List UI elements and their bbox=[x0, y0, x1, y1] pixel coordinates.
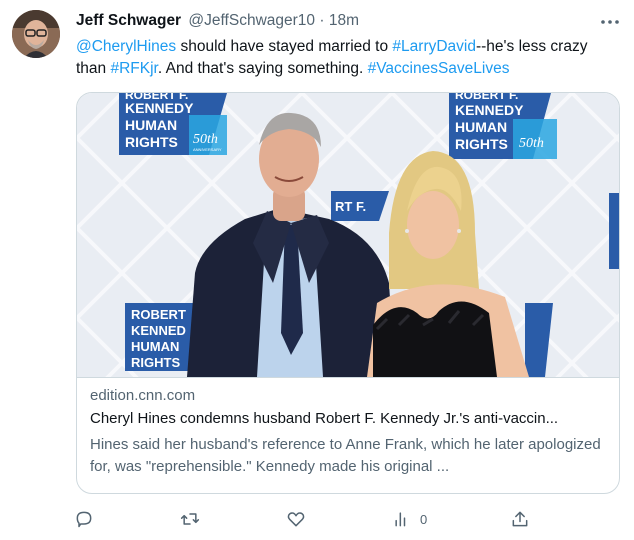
link-preview-card[interactable]: ROBERT F. KENNEDY HUMAN RIGHTS 50th ANNI… bbox=[76, 92, 620, 494]
reply-button[interactable] bbox=[74, 508, 94, 530]
tweet[interactable]: Jeff Schwager @JeffSchwager10 · 18m @Che… bbox=[0, 0, 634, 540]
hashtag-larrydavid[interactable]: #LarryDavid bbox=[392, 38, 476, 55]
logo-anniversary: 50th bbox=[519, 136, 544, 151]
like-button[interactable] bbox=[286, 508, 306, 530]
tweet-text-segment: . And that's saying something. bbox=[157, 60, 368, 77]
hashtag-rfkjr[interactable]: #RFKjr bbox=[110, 60, 157, 77]
share-button[interactable] bbox=[510, 508, 530, 530]
backdrop-logo: ROBERT F. KENNEDY HUMAN RIGHTS 50th bbox=[449, 93, 557, 159]
logo-line: KENNED bbox=[131, 323, 186, 338]
views-count: 0 bbox=[420, 511, 428, 527]
mention-cherylhines[interactable]: @CherylHines bbox=[76, 38, 176, 55]
logo-anniversary-sub: ANNIVERSARY bbox=[193, 147, 222, 152]
logo-partial: RT F. bbox=[335, 199, 366, 214]
logo-line: HUMAN bbox=[131, 339, 179, 354]
retweet-button[interactable] bbox=[180, 508, 200, 530]
logo-line: RIGHTS bbox=[125, 134, 178, 150]
action-bar: 0 bbox=[74, 508, 544, 532]
logo-line: KENNEDY bbox=[125, 100, 194, 116]
retweet-icon bbox=[180, 513, 200, 525]
backdrop-logo bbox=[609, 193, 619, 269]
logo-line: HUMAN bbox=[125, 117, 177, 133]
views-chart-icon bbox=[395, 512, 406, 527]
hashtag-vaccinessavelives[interactable]: #VaccinesSaveLives bbox=[368, 60, 510, 77]
backdrop-logo: ROBERT F. KENNEDY HUMAN RIGHTS 50th ANNI… bbox=[119, 93, 227, 155]
user-handle[interactable]: @JeffSchwager10 bbox=[188, 12, 315, 29]
display-name[interactable]: Jeff Schwager bbox=[76, 12, 181, 29]
heart-icon bbox=[287, 512, 305, 527]
card-description: Hines said her husband's reference to An… bbox=[90, 436, 601, 475]
card-domain: edition.cnn.com bbox=[90, 387, 196, 404]
tweet-text: @CherylHines should have stayed married … bbox=[76, 36, 616, 80]
tweet-text-segment: should have stayed married to bbox=[176, 38, 393, 55]
backdrop-logo: ROBERT KENNED HUMAN RIGHTS bbox=[125, 303, 197, 371]
logo-line: KENNEDY bbox=[455, 102, 524, 118]
logo-line: RIGHTS bbox=[455, 136, 508, 152]
backdrop-logo: RT F. bbox=[331, 191, 389, 221]
avatar[interactable] bbox=[12, 10, 60, 58]
card-title: Cheryl Hines condemns husband Robert F. … bbox=[90, 410, 559, 427]
avatar-photo bbox=[12, 10, 60, 58]
tweet-header: Jeff Schwager @JeffSchwager10 · 18m bbox=[76, 12, 359, 30]
more-options-icon[interactable] bbox=[598, 14, 622, 30]
card-image[interactable]: ROBERT F. KENNEDY HUMAN RIGHTS 50th ANNI… bbox=[77, 93, 620, 377]
logo-line: RIGHTS bbox=[131, 355, 180, 370]
share-icon bbox=[512, 511, 528, 527]
card-info[interactable]: edition.cnn.com Cheryl Hines condemns hu… bbox=[77, 377, 619, 493]
timestamp[interactable]: 18m bbox=[329, 12, 359, 29]
logo-line: HUMAN bbox=[455, 119, 507, 135]
separator-dot: · bbox=[319, 12, 325, 29]
logo-line: ROBERT bbox=[131, 307, 186, 322]
logo-line: ROBERT F. bbox=[455, 93, 518, 102]
views-button[interactable]: 0 bbox=[392, 508, 427, 530]
reply-icon bbox=[76, 511, 92, 528]
logo-anniversary: 50th bbox=[193, 132, 218, 147]
